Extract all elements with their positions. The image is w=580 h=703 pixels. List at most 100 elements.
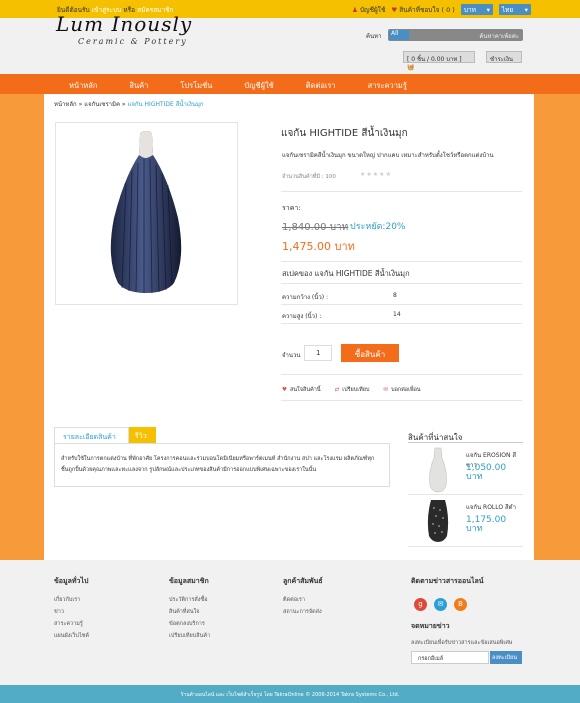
- wishlist-link[interactable]: ♥ สินค้าที่ชอบใจ ( 0 ): [391, 5, 454, 15]
- heart-icon: ♥: [282, 387, 287, 393]
- related-price: 1,175.00 บาท: [466, 515, 507, 534]
- footer-link[interactable]: แผนผังเว็บไซต์: [54, 632, 89, 640]
- basket-icon: 🧺: [407, 64, 415, 71]
- footer-heading: ลูกค้าสัมพันธ์: [283, 577, 323, 585]
- google-plus-icon[interactable]: g: [414, 598, 427, 611]
- language-select[interactable]: ไทย ▾: [498, 4, 531, 15]
- compare-icon: ⇄: [334, 387, 340, 393]
- nav-account[interactable]: บัญชีผู้ใช้: [244, 80, 273, 92]
- related-price: 1,050.00 บาท: [466, 463, 507, 482]
- vase-thumb: [427, 500, 449, 542]
- current-price: 1,475.00 บาท: [282, 240, 355, 253]
- main-nav: หน้าหลัก สินค้า โปรโมชั่น บัญชีผู้ใช้ ติ…: [0, 74, 580, 94]
- footer-heading: ติดตามข่าวสารออนไลน์: [411, 577, 484, 585]
- search-placeholder: ค้นหาคาเพ้อค่ะ: [479, 33, 519, 40]
- related-item[interactable]: แจกัน EROSION สีขาว 1,050.00 บาท: [408, 446, 523, 496]
- chevron-down-icon: ▾: [486, 5, 490, 14]
- tab-review[interactable]: รีวิว: [129, 427, 156, 443]
- vase-thumb: [429, 447, 447, 493]
- wishlist-action[interactable]: ♥ สนใจสินค้านี้: [282, 386, 321, 394]
- messenger-icon[interactable]: ✉: [434, 598, 447, 611]
- star-icon: ★: [385, 171, 392, 178]
- footer-link[interactable]: เกี่ยวกับเรา: [54, 596, 89, 604]
- newsletter-desc: ลงทะเบียนเพื่อรับข่าวสารและข้อเสนอพิเศษ: [411, 640, 513, 646]
- logo-subtitle: Ceramic & Pottery: [78, 37, 188, 46]
- tab-detail[interactable]: รายละเอียดสินค้า: [54, 427, 129, 443]
- account-link[interactable]: ♟ บัญชีผู้ใช้: [352, 5, 385, 15]
- breadcrumb: หน้าหลัก » แจกันเซรามิค » แจกัน HIGHTIDE…: [54, 101, 204, 108]
- divider: [408, 442, 523, 443]
- search-label: ค้นหา: [366, 33, 382, 40]
- share-action[interactable]: ✉ บอกต่อเพื่อน: [383, 386, 420, 394]
- divider: [281, 304, 522, 305]
- quantity-input[interactable]: 1: [304, 345, 332, 361]
- currency-select[interactable]: บาท ▾: [460, 4, 493, 15]
- spec-name: ความกว้าง (นิ้ว) :: [282, 294, 328, 301]
- buy-button[interactable]: ซื้อสินค้า: [341, 344, 399, 362]
- spec-value: 8: [393, 292, 397, 299]
- footer-col-info: ข้อมูลทั่วไป เกี่ยวกับเรา ข่าว สาระความร…: [54, 576, 89, 644]
- footer-heading: ข้อมูลสมาชิก: [169, 577, 209, 585]
- divider: [281, 191, 522, 192]
- rating-stars[interactable]: ★★★★★: [360, 171, 392, 178]
- nav-products[interactable]: สินค้า: [129, 80, 148, 92]
- footer-link[interactable]: ข่าว: [54, 608, 89, 616]
- blogger-icon[interactable]: B: [454, 598, 467, 611]
- spec-name: ความสูง (นิ้ว) :: [282, 313, 322, 320]
- footer-link[interactable]: สินค้าที่สนใจ: [169, 608, 210, 616]
- tab-content: สำหรับใช้ในการตกแต่งบ้าน ที่พักอาศัย โคร…: [54, 443, 390, 487]
- newsletter-submit-button[interactable]: ลงทะเบียน: [490, 651, 522, 664]
- search-scope-select[interactable]: All: [389, 30, 409, 40]
- cart-button[interactable]: [ 0 ชิ้น / 0.00 บาท ] 🧺: [403, 51, 475, 71]
- product-description: แจกันเซรามิคสีน้ำเงินมุก ขนาดใหญ่ ปากแคบ…: [282, 152, 494, 159]
- divider: [281, 323, 522, 324]
- divider: [281, 400, 522, 401]
- footer-link[interactable]: ข้อตกลงบริการ: [169, 620, 210, 628]
- nav-home[interactable]: หน้าหลัก: [69, 80, 97, 92]
- heart-icon: ♥: [391, 5, 398, 14]
- old-price: 1,840.00 บาท: [282, 222, 349, 233]
- divider: [408, 546, 523, 547]
- footer-heading: ข้อมูลทั่วไป: [54, 577, 89, 585]
- footer-link[interactable]: ติดต่อเรา: [283, 596, 323, 604]
- spec-value: 14: [393, 311, 401, 318]
- checkout-button[interactable]: ชำระเงิน: [486, 51, 522, 63]
- footer-link[interactable]: สาระความรู้: [54, 620, 89, 628]
- price-label: ราคา:: [282, 204, 301, 212]
- detail-text: สำหรับใช้ในการตกแต่งบ้าน ที่พักอาศัย โคร…: [61, 456, 375, 473]
- copyright-bar: ร้านค้าออนไลน์ และ เว็บไซต์สำเร็จรูป โดย…: [0, 685, 580, 703]
- footer-col-social: ติดตามข่าวสารออนไลน์: [411, 576, 484, 596]
- spec-row: ความกว้าง (นิ้ว) :: [282, 292, 328, 302]
- product-image[interactable]: [55, 122, 238, 305]
- mail-icon: ✉: [383, 387, 389, 393]
- divider: [281, 283, 522, 284]
- stock-count: จำนวนสินค้าที่มี : 100: [282, 174, 336, 180]
- breadcrumb-category[interactable]: แจกันเซรามิค: [84, 101, 120, 108]
- logo[interactable]: Lum Inously: [56, 12, 192, 36]
- breadcrumb-current[interactable]: แจกัน HIGHTIDE สีน้ำเงินมุก: [128, 101, 204, 108]
- breadcrumb-home[interactable]: หน้าหลัก: [54, 101, 77, 108]
- footer-col-member: ข้อมูลสมาชิก ประวัติการสั่งซื้อ สินค้าที…: [169, 576, 210, 644]
- user-icon: ♟: [352, 5, 358, 14]
- nav-promotions[interactable]: โปรโมชั่น: [180, 80, 212, 92]
- save-percent: ประหยัด:20%: [350, 222, 406, 232]
- newsletter-title: จดหมายข่าว: [411, 622, 450, 630]
- vase-image: [110, 131, 182, 294]
- related-name[interactable]: แจกัน ROLLO สีดำ: [466, 502, 524, 512]
- divider: [281, 374, 522, 375]
- footer-link[interactable]: สถานะการจัดส่ง: [283, 608, 323, 616]
- product-title: แจกัน HIGHTIDE สีน้ำเงินมุก: [281, 128, 408, 139]
- search-input[interactable]: All ค้นหาคาเพ้อค่ะ: [388, 29, 523, 41]
- spec-title: สเปคของ แจกัน HIGHTIDE สีน้ำเงินมุก: [282, 269, 410, 278]
- quantity-label: จำนวน: [282, 352, 301, 359]
- nav-contact[interactable]: ติดต่อเรา: [306, 80, 336, 92]
- newsletter-email-input[interactable]: กรอกอีเมล์: [411, 651, 489, 664]
- compare-action[interactable]: ⇄ เปรียบเทียบ: [335, 386, 370, 394]
- nav-knowledge[interactable]: สาระความรู้: [368, 80, 407, 92]
- related-item[interactable]: แจกัน ROLLO สีดำ 1,175.00 บาท: [408, 498, 523, 548]
- social-icons: g ✉ B: [414, 598, 467, 611]
- spec-row: ความสูง (นิ้ว) :: [282, 311, 321, 321]
- footer-link[interactable]: ประวัติการสั่งซื้อ: [169, 596, 210, 604]
- detail-tabs: รายละเอียดสินค้า รีวิว: [54, 427, 156, 443]
- footer-link[interactable]: เปรียบเทียบสินค้า: [169, 632, 210, 640]
